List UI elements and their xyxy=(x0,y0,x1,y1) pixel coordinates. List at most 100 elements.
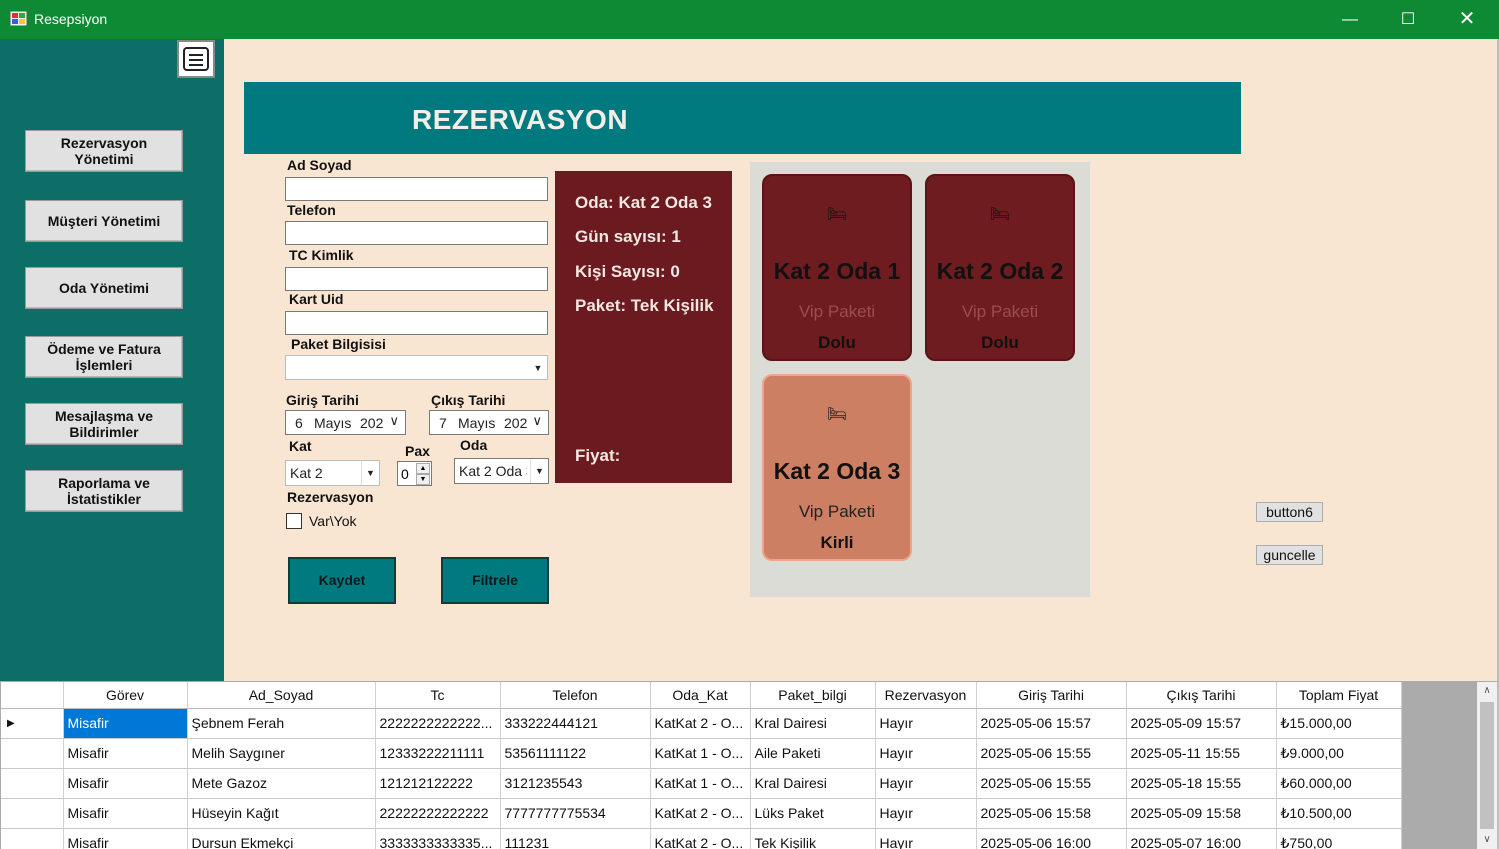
telefon-input[interactable] xyxy=(285,221,548,245)
table-cell[interactable]: Hüseyin Kağıt xyxy=(187,798,376,829)
stepper-up-icon[interactable]: ▲ xyxy=(416,463,430,474)
table-cell[interactable]: 3121235543 xyxy=(500,768,651,799)
column-header[interactable]: Ad_Soyad xyxy=(187,682,376,709)
table-cell[interactable]: Şebnem Ferah xyxy=(187,708,376,739)
table-cell[interactable]: KatKat 1 - O... xyxy=(650,768,751,799)
table-cell[interactable]: 2025-05-06 16:00 xyxy=(976,828,1127,849)
nav-raporlama[interactable]: Raporlama ve İstatistikler xyxy=(25,470,183,512)
room-card[interactable]: 🛏 Kat 2 Oda 3 Vip Paketi Kirli xyxy=(762,374,912,561)
nav-odeme-fatura[interactable]: Ödeme ve Fatura İşlemleri xyxy=(25,336,183,378)
table-cell[interactable]: 333222444121 xyxy=(500,708,651,739)
row-header[interactable] xyxy=(1,828,64,849)
rezervasyon-checkbox[interactable] xyxy=(286,513,302,529)
table-cell[interactable]: 2025-05-06 15:58 xyxy=(976,798,1127,829)
scroll-up-icon[interactable]: ∧ xyxy=(1477,682,1497,700)
maximize-icon[interactable]: ☐ xyxy=(1379,0,1437,39)
button6-button[interactable]: button6 xyxy=(1256,502,1323,522)
table-cell[interactable]: ₺750,00 xyxy=(1276,828,1402,849)
table-cell[interactable]: 22222222222222 xyxy=(375,798,501,829)
nav-mesajlasma[interactable]: Mesajlaşma ve Bildirimler xyxy=(25,403,183,445)
table-cell[interactable]: Hayır xyxy=(875,708,977,739)
guncelle-button[interactable]: guncelle xyxy=(1256,545,1323,565)
table-cell[interactable]: Kral Dairesi xyxy=(750,708,876,739)
column-header[interactable]: Tc xyxy=(375,682,501,709)
table-cell[interactable]: Hayır xyxy=(875,828,977,849)
table-cell[interactable]: ₺60.000,00 xyxy=(1276,768,1402,799)
table-cell[interactable]: 2222222222222... xyxy=(375,708,501,739)
table-cell[interactable]: Hayır xyxy=(875,798,977,829)
table-cell[interactable]: Melih Saygıner xyxy=(187,738,376,769)
table-cell[interactable]: Aile Paketi xyxy=(750,738,876,769)
table-cell[interactable]: 2025-05-09 15:57 xyxy=(1126,708,1277,739)
table-cell[interactable]: 12333222211111 xyxy=(375,738,501,769)
row-header[interactable] xyxy=(1,798,64,829)
table-cell[interactable]: KatKat 2 - O... xyxy=(650,708,751,739)
table-cell[interactable]: Hayır xyxy=(875,738,977,769)
kaydet-button[interactable]: Kaydet xyxy=(288,557,396,604)
table-cell[interactable]: 7777777775534 xyxy=(500,798,651,829)
table-cell[interactable]: 2025-05-06 15:57 xyxy=(976,708,1127,739)
table-cell[interactable]: 53561111122 xyxy=(500,738,651,769)
table-cell[interactable]: Tek Kişilik xyxy=(750,828,876,849)
table-cell[interactable]: KatKat 2 - O... xyxy=(650,798,751,829)
table-cell[interactable]: Kral Dairesi xyxy=(750,768,876,799)
table-cell[interactable]: Lüks Paket xyxy=(750,798,876,829)
table-cell[interactable]: Misafir xyxy=(63,738,188,769)
table-cell[interactable]: 2025-05-06 15:55 xyxy=(976,738,1127,769)
paket-select[interactable]: ▼ xyxy=(285,355,548,380)
nav-musteri-yonetimi[interactable]: Müşteri Yönetimi xyxy=(25,200,183,242)
kart-uid-input[interactable] xyxy=(285,311,548,335)
table-row[interactable]: ▶ Misafir Şebnem Ferah 2222222222222... … xyxy=(1,708,1402,739)
table-cell[interactable]: ₺9.000,00 xyxy=(1276,738,1402,769)
rezervasyon-checkbox-label[interactable]: Var\Yok xyxy=(309,513,356,529)
table-cell[interactable]: 2025-05-11 15:55 xyxy=(1126,738,1277,769)
giris-date-picker[interactable]: 6 Mayıs 202 ∨ xyxy=(285,410,406,435)
cikis-date-picker[interactable]: 7 Mayıs 202 ∨ xyxy=(429,410,549,435)
column-header[interactable]: Çıkış Tarihi xyxy=(1126,682,1277,709)
nav-oda-yonetimi[interactable]: Oda Yönetimi xyxy=(25,267,183,309)
vertical-scrollbar[interactable]: ∧ ∨ xyxy=(1477,682,1497,849)
table-cell[interactable]: 2025-05-09 15:58 xyxy=(1126,798,1277,829)
scroll-down-icon[interactable]: ∨ xyxy=(1477,831,1497,849)
table-row[interactable]: Misafir Dursun Ekmekçi 3333333333335... … xyxy=(1,828,1402,849)
column-header[interactable]: Telefon xyxy=(500,682,651,709)
room-card[interactable]: 🛏 Kat 2 Oda 1 Vip Paketi Dolu xyxy=(762,174,912,361)
table-cell[interactable]: 111231 xyxy=(500,828,651,849)
room-card[interactable]: 🛏 Kat 2 Oda 2 Vip Paketi Dolu xyxy=(925,174,1075,361)
ad-soyad-input[interactable] xyxy=(285,177,548,201)
table-cell[interactable]: ₺15.000,00 xyxy=(1276,708,1402,739)
table-cell[interactable]: Misafir xyxy=(63,708,188,739)
nav-rezervasyon-yonetimi[interactable]: Rezervasyon Yönetimi xyxy=(25,130,183,172)
table-cell[interactable]: KatKat 1 - O... xyxy=(650,738,751,769)
current-row-arrow-icon[interactable]: ▶ xyxy=(1,708,64,739)
table-cell[interactable]: 2025-05-18 15:55 xyxy=(1126,768,1277,799)
row-header[interactable] xyxy=(1,738,64,769)
stepper-down-icon[interactable]: ▼ xyxy=(416,474,430,485)
column-header[interactable]: Giriş Tarihi xyxy=(976,682,1127,709)
table-row[interactable]: Misafir Mete Gazoz 121212122222 31212355… xyxy=(1,768,1402,799)
pax-stepper[interactable]: 0 ▲ ▼ xyxy=(397,461,432,486)
table-cell[interactable]: KatKat 2 - O... xyxy=(650,828,751,849)
minimize-icon[interactable]: — xyxy=(1321,0,1379,39)
column-header[interactable]: Oda_Kat xyxy=(650,682,751,709)
scroll-thumb[interactable] xyxy=(1480,702,1494,829)
table-row[interactable]: Misafir Hüseyin Kağıt 22222222222222 777… xyxy=(1,798,1402,829)
table-cell[interactable]: Misafir xyxy=(63,768,188,799)
table-cell[interactable]: 2025-05-06 15:55 xyxy=(976,768,1127,799)
close-icon[interactable]: ✕ xyxy=(1438,0,1496,39)
table-cell[interactable]: 2025-05-07 16:00 xyxy=(1126,828,1277,849)
column-header[interactable]: Rezervasyon xyxy=(875,682,977,709)
kat-select[interactable]: Kat 2 ▼ xyxy=(285,460,380,486)
table-cell[interactable]: Mete Gazoz xyxy=(187,768,376,799)
oda-select[interactable]: Kat 2 Oda 3 ▼ xyxy=(454,458,549,484)
table-cell[interactable]: Dursun Ekmekçi xyxy=(187,828,376,849)
table-cell[interactable]: 121212122222 xyxy=(375,768,501,799)
table-cell[interactable]: Misafir xyxy=(63,798,188,829)
table-cell[interactable]: 3333333333335... xyxy=(375,828,501,849)
table-cell[interactable]: ₺10.500,00 xyxy=(1276,798,1402,829)
column-header[interactable]: Görev xyxy=(63,682,188,709)
row-header[interactable] xyxy=(1,768,64,799)
table-cell[interactable]: Misafir xyxy=(63,828,188,849)
column-header[interactable]: Toplam Fiyat xyxy=(1276,682,1402,709)
column-header[interactable]: Paket_bilgi xyxy=(750,682,876,709)
